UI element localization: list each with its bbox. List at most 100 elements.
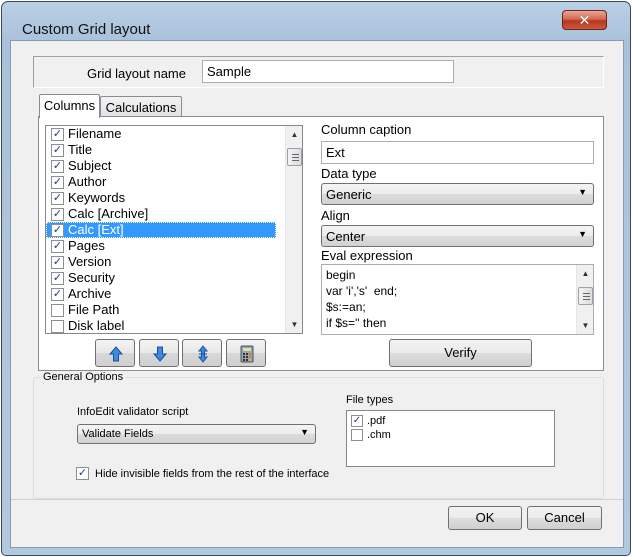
list-item-label: Filename <box>68 126 122 141</box>
tab-columns[interactable]: Columns <box>39 94 100 118</box>
list-item-label: File Path <box>68 302 120 317</box>
list-item[interactable]: ✓ Keywords <box>46 190 302 206</box>
file-types-list[interactable]: ✓ .pdf .chm <box>346 410 555 467</box>
checkbox[interactable]: ✓ <box>51 160 64 173</box>
arrow-down-icon <box>152 346 168 362</box>
list-item-label: Pages <box>68 238 105 253</box>
checkbox[interactable]: ✓ <box>51 240 64 253</box>
list-item-label: Security <box>68 270 115 285</box>
checkbox[interactable]: ✓ <box>51 144 64 157</box>
eval-expression-editor[interactable]: begin var 'i','s' end; $s:=an; if $s='' … <box>321 264 594 335</box>
checkbox[interactable]: ✓ <box>351 415 363 427</box>
list-item-label: Subject <box>68 158 112 173</box>
move-updown-button[interactable] <box>182 339 222 367</box>
chevron-down-icon: ▼ <box>300 427 309 437</box>
checkbox[interactable]: ✓ <box>51 128 64 141</box>
validator-script-select[interactable]: Validate Fields ▼ <box>77 424 316 444</box>
window-title: Custom Grid layout <box>22 21 151 38</box>
columns-scrollbar[interactable]: ▲ ▼ <box>285 126 302 333</box>
arrows-updown-icon <box>197 345 209 363</box>
close-button[interactable]: ✕ <box>562 10 607 30</box>
list-item[interactable]: ✓ Version <box>46 254 302 270</box>
list-item-label: Author <box>68 174 107 189</box>
columns-listbox[interactable]: ✓ Filename ✓ Title ✓ Subject ✓ Author ✓ Keywords ✓… <box>45 125 303 334</box>
checkbox[interactable] <box>351 429 363 441</box>
ok-button[interactable]: OK <box>448 506 522 530</box>
close-icon: ✕ <box>578 12 591 28</box>
checkbox[interactable]: ✓ <box>51 176 64 189</box>
hide-fields-label: Hide invisible fields from the rest of t… <box>95 468 330 480</box>
list-item[interactable]: ✓ Subject <box>46 158 302 174</box>
checkbox[interactable]: ✓ <box>51 288 64 301</box>
column-caption-label: Column caption <box>321 122 412 137</box>
validator-script-value: Validate Fields <box>82 428 154 440</box>
list-item-label: Version <box>68 254 112 269</box>
scroll-up-icon[interactable]: ▲ <box>286 126 302 143</box>
list-item[interactable]: ✓ Security <box>46 270 302 286</box>
scroll-up-icon[interactable]: ▲ <box>577 265 593 282</box>
list-item[interactable]: ✓ Calc [Ext] <box>46 222 276 238</box>
checkbox[interactable] <box>51 320 64 333</box>
move-up-button[interactable] <box>95 339 135 367</box>
expression-line: var 'i','s' end; <box>326 284 398 298</box>
scroll-down-icon[interactable]: ▼ <box>577 317 593 334</box>
scroll-thumb[interactable] <box>287 148 302 166</box>
list-item[interactable]: Disk label <box>46 318 302 333</box>
arrow-up-icon <box>108 346 124 362</box>
cancel-button[interactable]: Cancel <box>527 506 602 530</box>
chevron-down-icon: ▼ <box>578 229 587 239</box>
list-item-label: Archive <box>68 286 112 301</box>
list-item[interactable]: ✓ Archive <box>46 286 302 302</box>
column-caption-input[interactable]: Ext <box>321 141 594 164</box>
verify-button[interactable]: Verify <box>389 339 532 367</box>
list-item-label: Title <box>68 142 93 157</box>
dialog-client: Grid layout name Sample Columns Calculat… <box>10 40 624 548</box>
file-type-label: .pdf <box>367 415 386 427</box>
align-label: Align <box>321 208 350 223</box>
checkbox[interactable]: ✓ <box>51 256 64 269</box>
list-item-label: Calc [Archive] <box>68 206 149 221</box>
checkbox[interactable]: ✓ <box>51 224 64 237</box>
list-item[interactable]: ✓ Filename <box>46 126 302 142</box>
checkbox[interactable]: ✓ <box>51 208 64 221</box>
checkbox[interactable] <box>51 304 64 317</box>
expression-scrollbar[interactable]: ▲ ▼ <box>576 265 593 334</box>
file-type-item[interactable]: .chm <box>347 428 554 442</box>
layout-name-panel: Grid layout name Sample <box>33 56 604 88</box>
file-type-item[interactable]: ✓ .pdf <box>347 414 554 428</box>
checkbox[interactable]: ✓ <box>51 272 64 285</box>
dialog-window: Custom Grid layout ✕ Grid layout name Sa… <box>1 1 631 556</box>
eval-expression-label: Eval expression <box>321 248 413 263</box>
general-options-group: General Options InfoEdit validator scrip… <box>33 371 604 499</box>
scroll-thumb[interactable] <box>578 287 593 305</box>
general-options-title: General Options <box>41 371 126 383</box>
checkbox[interactable]: ✓ <box>51 192 64 205</box>
list-item[interactable]: File Path <box>46 302 302 318</box>
layout-name-label: Grid layout name <box>87 66 186 81</box>
scroll-down-icon[interactable]: ▼ <box>286 316 302 333</box>
calculator-button[interactable] <box>226 339 266 367</box>
expression-line: if $s='' then <box>326 316 387 330</box>
columns-tab-page: ✓ Filename ✓ Title ✓ Subject ✓ Author ✓ Keywords ✓… <box>38 116 604 371</box>
tab-calculations[interactable]: Calculations <box>100 96 182 118</box>
list-item-label: Disk label <box>68 318 125 333</box>
align-value: Center <box>326 229 366 244</box>
data-type-value: Generic <box>326 187 372 202</box>
list-item-label: Calc [Ext] <box>68 222 124 237</box>
list-item[interactable]: ✓ Title <box>46 142 302 158</box>
chevron-down-icon: ▼ <box>578 187 587 197</box>
list-item-label: Keywords <box>68 190 126 205</box>
layout-name-input[interactable]: Sample <box>202 60 454 83</box>
file-type-label: .chm <box>367 429 391 441</box>
expression-line: begin <box>326 268 356 282</box>
move-down-button[interactable] <box>139 339 179 367</box>
hide-fields-checkbox[interactable]: ✓ <box>76 467 89 480</box>
list-item[interactable]: ✓ Pages <box>46 238 302 254</box>
calculator-icon <box>240 345 254 363</box>
list-item[interactable]: ✓ Author <box>46 174 302 190</box>
data-type-label: Data type <box>321 166 377 181</box>
data-type-select[interactable]: Generic ▼ <box>321 183 594 205</box>
list-item[interactable]: ✓ Calc [Archive] <box>46 206 302 222</box>
title-bar[interactable]: Custom Grid layout ✕ <box>2 2 630 40</box>
align-select[interactable]: Center ▼ <box>321 225 594 247</box>
